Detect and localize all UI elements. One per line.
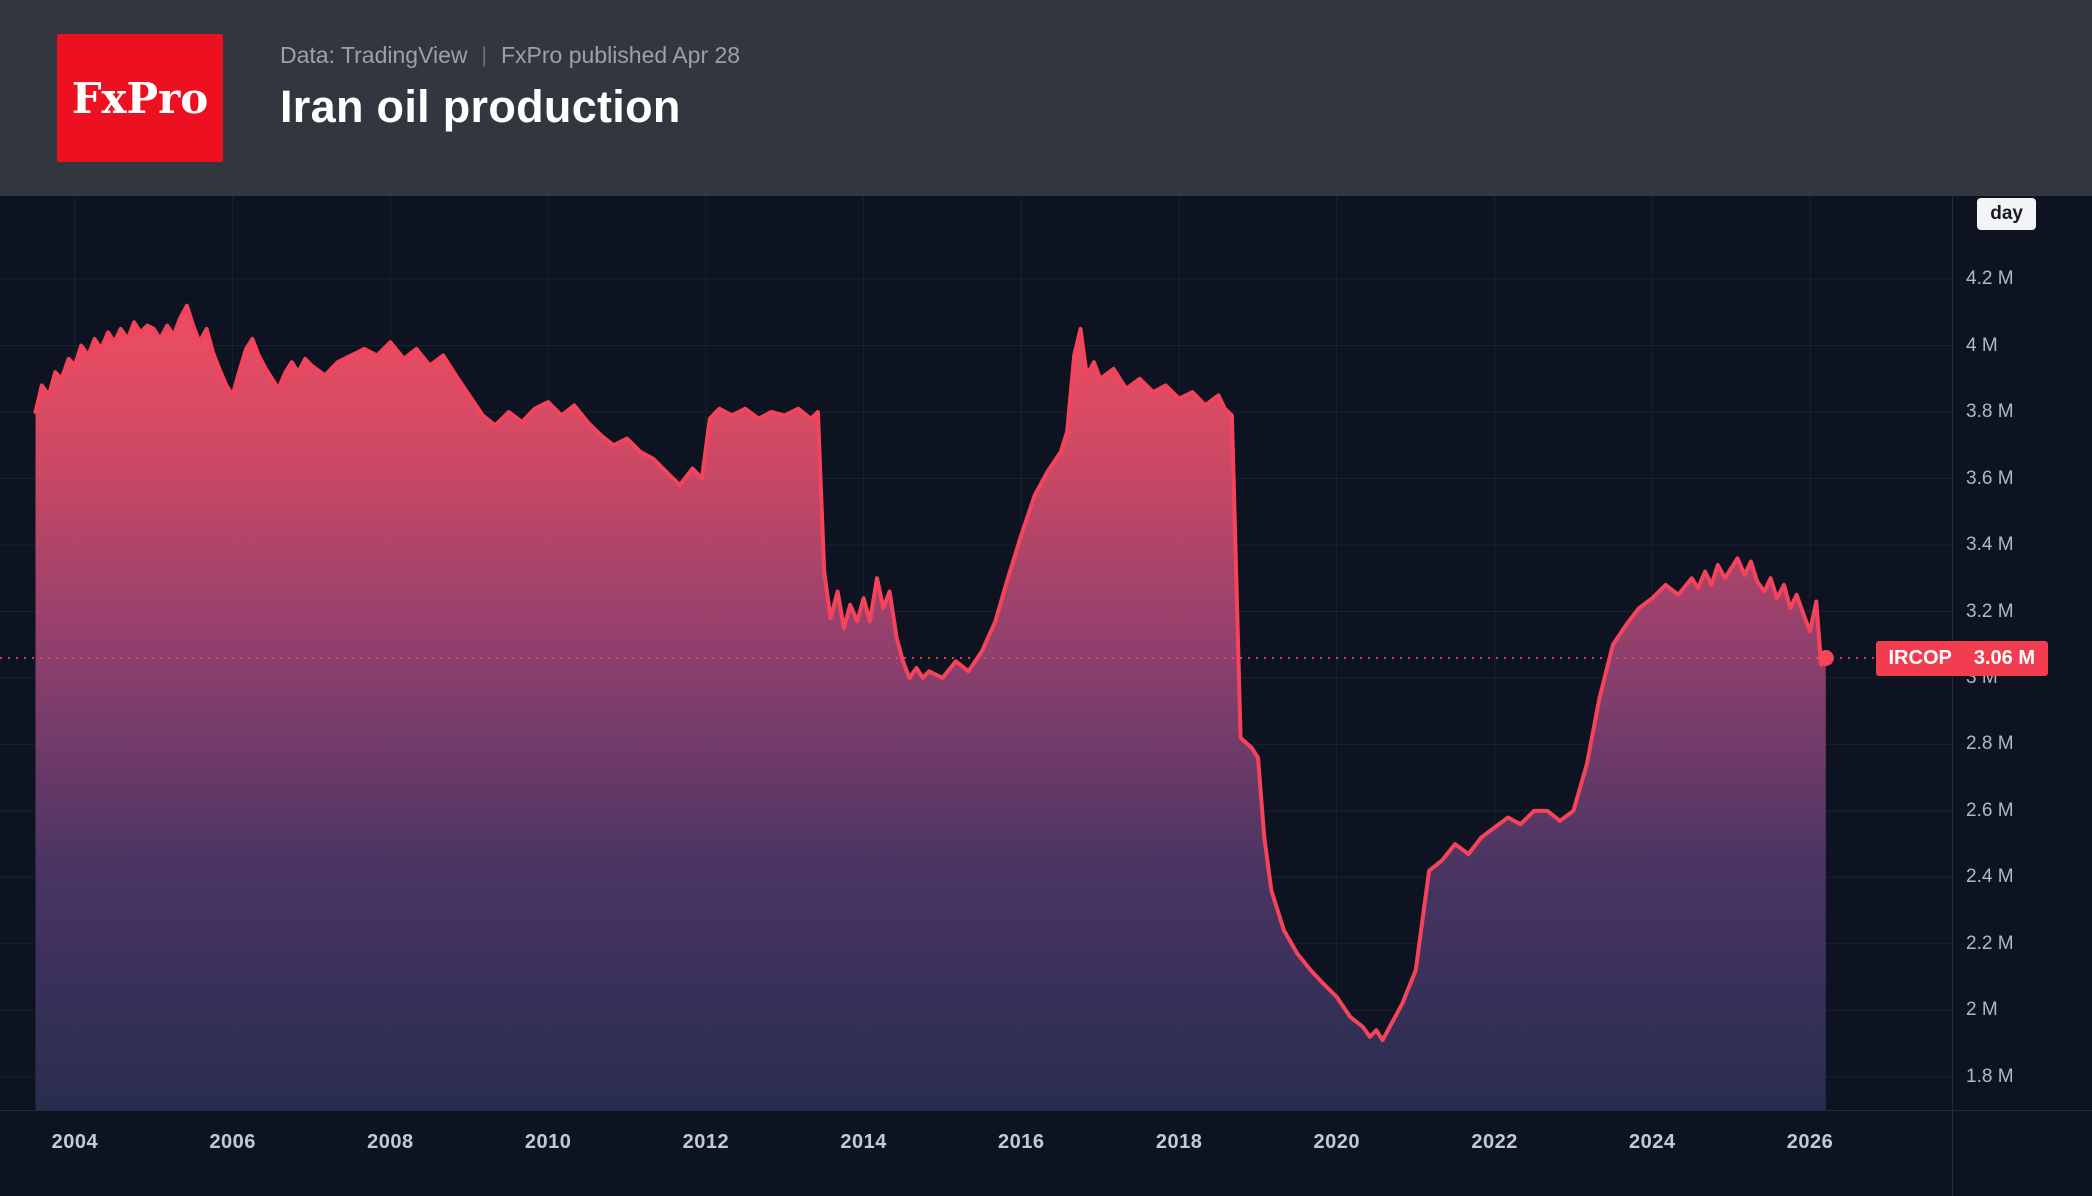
header-text-block: Data: TradingView | FxPro published Apr … <box>280 42 740 133</box>
source-line: Data: TradingView | FxPro published Apr … <box>280 42 740 69</box>
price-tick: 4.2 M <box>1966 268 2014 290</box>
last-price-badge: IRCOP 3.06 M <box>1876 641 2049 676</box>
price-tick: 3.8 M <box>1966 401 2014 423</box>
fxpro-logo-text: FxPro <box>72 74 209 123</box>
year-tick: 2016 <box>998 1131 1045 1154</box>
chart-area: 1.8 M2 M2.2 M2.4 M2.6 M2.8 M3 M3.2 M3.4 … <box>0 196 2092 1196</box>
price-tick: 1.8 M <box>1966 1066 2014 1088</box>
price-tick: 2.6 M <box>1966 800 2014 822</box>
price-tick: 2.2 M <box>1966 933 2014 955</box>
price-tick: 3.4 M <box>1966 534 2014 556</box>
last-price-value: 3.06 M <box>1974 647 2035 670</box>
year-tick: 2022 <box>1471 1131 1518 1154</box>
area-chart-svg <box>0 196 1952 1110</box>
fxpro-logo: FxPro <box>57 34 223 162</box>
price-tick: 3.6 M <box>1966 468 2014 490</box>
year-tick: 2018 <box>1156 1131 1203 1154</box>
year-tick: 2020 <box>1314 1131 1361 1154</box>
data-source-label: Data: TradingView <box>280 42 468 69</box>
year-tick: 2012 <box>683 1131 730 1154</box>
time-axis[interactable]: 2004 2006 2008 2010 2012 2014 2016 2018 2020 2022… <box>0 1111 1952 1196</box>
page-title: Iran oil production <box>280 81 740 133</box>
year-tick: 2010 <box>525 1131 572 1154</box>
year-tick: 2024 <box>1629 1131 1676 1154</box>
source-separator: | <box>482 44 487 68</box>
year-tick: 2008 <box>367 1131 414 1154</box>
price-tick: 2.8 M <box>1966 733 2014 755</box>
year-tick: 2026 <box>1787 1131 1834 1154</box>
price-tick: 4 M <box>1966 335 1998 357</box>
price-chart-plot[interactable] <box>0 196 1952 1110</box>
publish-info-label: FxPro published Apr 28 <box>501 42 740 69</box>
header: FxPro Data: TradingView | FxPro publishe… <box>0 0 2092 196</box>
fxpro-chart-page: FxPro Data: TradingView | FxPro publishe… <box>0 0 2092 1196</box>
interval-badge[interactable]: day <box>1977 198 2036 230</box>
price-tick: 2.4 M <box>1966 866 2014 888</box>
price-tick: 2 M <box>1966 999 1998 1021</box>
year-tick: 2006 <box>209 1131 256 1154</box>
year-tick: 2014 <box>840 1131 887 1154</box>
year-tick: 2004 <box>52 1131 99 1154</box>
ticker-label: IRCOP <box>1889 647 1952 670</box>
price-axis[interactable]: 1.8 M2 M2.2 M2.4 M2.6 M2.8 M3 M3.2 M3.4 … <box>1952 196 2092 1196</box>
price-tick: 3.2 M <box>1966 601 2014 623</box>
